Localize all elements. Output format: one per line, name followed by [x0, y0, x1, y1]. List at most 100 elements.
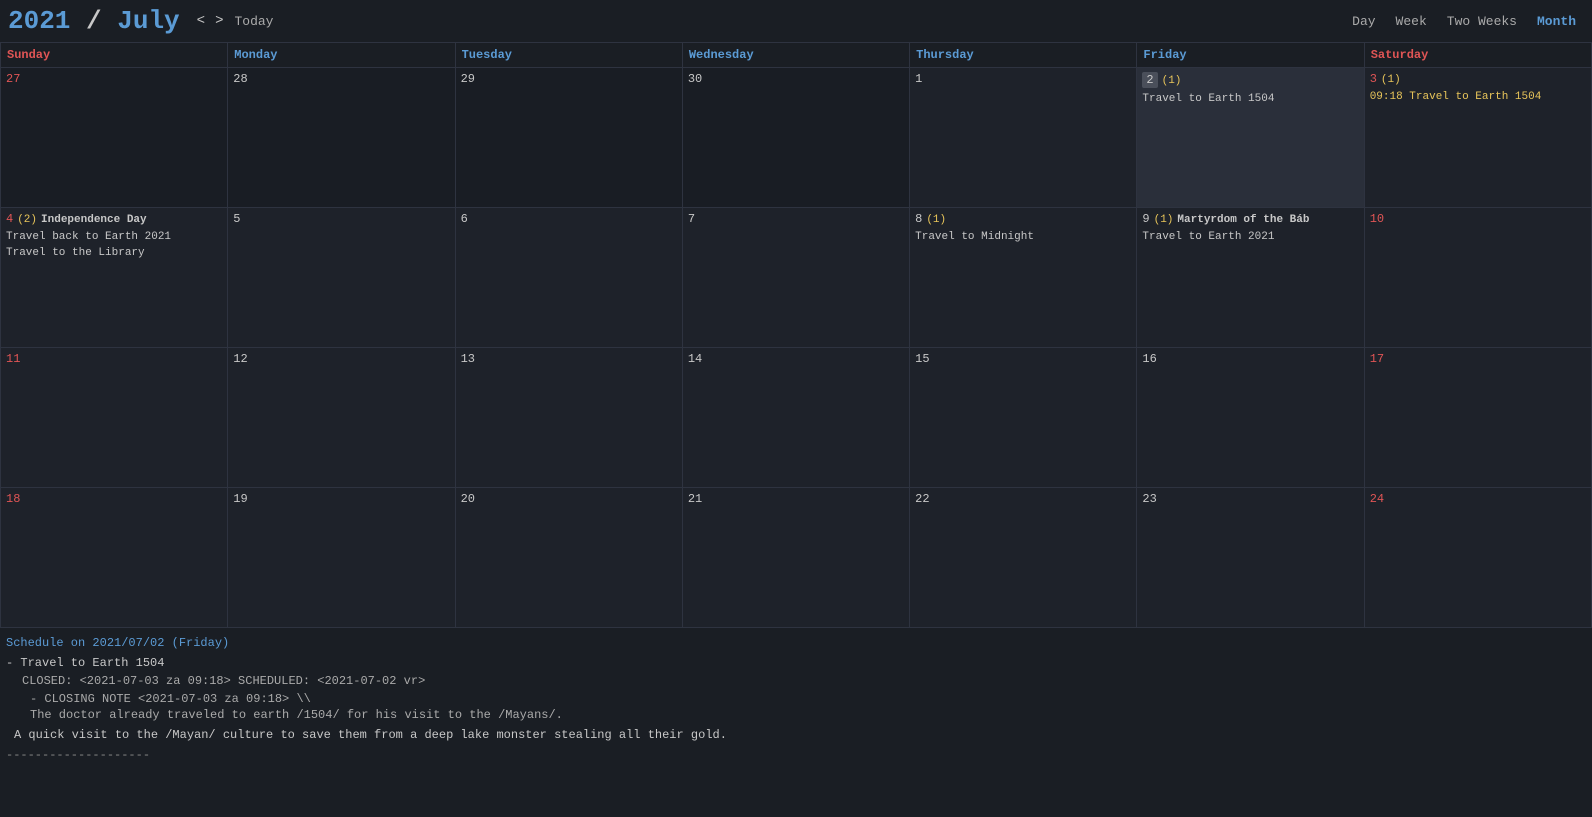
title-slash: / — [70, 6, 117, 36]
day-number: 17 — [1370, 352, 1586, 366]
calendar-title: 2021 / July — [8, 6, 180, 36]
event-item[interactable]: Travel to Earth 2021 — [1142, 230, 1358, 245]
day-header: 2 (1) — [1142, 72, 1358, 90]
day-jul-1[interactable]: 1 — [910, 68, 1137, 208]
view-day-button[interactable]: Day — [1344, 12, 1383, 31]
day-jul-14[interactable]: 14 — [682, 348, 909, 488]
event-count: (1) — [926, 214, 946, 226]
view-month-button[interactable]: Month — [1529, 12, 1584, 31]
day-jul-21[interactable]: 21 — [682, 488, 909, 628]
day-jul-18[interactable]: 18 — [1, 488, 228, 628]
day-header: 4 (2) Independence Day — [6, 212, 222, 228]
day-number: 27 — [6, 72, 222, 86]
calendar-week-2: 4 (2) Independence Day Travel back to Ea… — [1, 208, 1592, 348]
day-jul-13[interactable]: 13 — [455, 348, 682, 488]
calendar-header-row: Sunday Monday Tuesday Wednesday Thursday… — [1, 43, 1592, 68]
event-count: (1) — [1154, 214, 1174, 226]
calendar-body: 27 28 29 30 1 2 (1) Travel to Earth 1504 — [1, 68, 1592, 628]
day-header: 9 (1) Martyrdom of the Báb — [1142, 212, 1358, 228]
day-number: 11 — [6, 352, 222, 366]
today-button[interactable]: Today — [228, 12, 279, 31]
day-jul-7[interactable]: 7 — [682, 208, 909, 348]
day-jul-16[interactable]: 16 — [1137, 348, 1364, 488]
day-number: 30 — [688, 72, 904, 86]
day-jun-30[interactable]: 30 — [682, 68, 909, 208]
day-number: 22 — [915, 492, 1131, 506]
col-wednesday: Wednesday — [682, 43, 909, 68]
day-number: 6 — [461, 212, 677, 226]
day-number: 12 — [233, 352, 449, 366]
day-number: 29 — [461, 72, 677, 86]
event-count: (2) — [17, 214, 37, 226]
title-year: 2021 — [8, 6, 70, 36]
day-jul-23[interactable]: 23 — [1137, 488, 1364, 628]
next-button[interactable]: > — [210, 11, 228, 31]
day-jul-11[interactable]: 11 — [1, 348, 228, 488]
day-number: 23 — [1142, 492, 1358, 506]
day-header: 8 (1) — [915, 212, 1131, 228]
day-number: 18 — [6, 492, 222, 506]
day-number: 10 — [1370, 212, 1586, 226]
day-number: 15 — [915, 352, 1131, 366]
day-number: 24 — [1370, 492, 1586, 506]
day-jul-12[interactable]: 12 — [228, 348, 455, 488]
day-jul-20[interactable]: 20 — [455, 488, 682, 628]
day-jul-10[interactable]: 10 — [1364, 208, 1591, 348]
day-jul-24[interactable]: 24 — [1364, 488, 1591, 628]
event-item[interactable]: Travel to Midnight — [915, 230, 1131, 245]
col-tuesday: Tuesday — [455, 43, 682, 68]
day-jul-15[interactable]: 15 — [910, 348, 1137, 488]
prev-button[interactable]: < — [192, 11, 210, 31]
day-number: 21 — [688, 492, 904, 506]
day-jun-28[interactable]: 28 — [228, 68, 455, 208]
event-item-1[interactable]: Travel back to Earth 2021 — [6, 230, 222, 245]
col-monday: Monday — [228, 43, 455, 68]
day-jul-2[interactable]: 2 (1) Travel to Earth 1504 — [1137, 68, 1364, 208]
schedule-header-text: Schedule on 2021/07/02 (Friday) — [6, 636, 229, 650]
day-number: 16 — [1142, 352, 1358, 366]
col-sunday: Sunday — [1, 43, 228, 68]
schedule-divider: -------------------- — [6, 748, 1586, 762]
calendar-week-4: 18 19 20 21 22 23 24 — [1, 488, 1592, 628]
day-number: 28 — [233, 72, 449, 86]
day-jul-9[interactable]: 9 (1) Martyrdom of the Báb Travel to Ear… — [1137, 208, 1364, 348]
schedule-item-title: - Travel to Earth 1504 — [6, 656, 1586, 670]
view-week-button[interactable]: Week — [1388, 12, 1435, 31]
day-jul-19[interactable]: 19 — [228, 488, 455, 628]
day-number: 1 — [915, 72, 1131, 86]
col-saturday: Saturday — [1364, 43, 1591, 68]
calendar-week-1: 27 28 29 30 1 2 (1) Travel to Earth 1504 — [1, 68, 1592, 208]
day-jul-17[interactable]: 17 — [1364, 348, 1591, 488]
day-jun-29[interactable]: 29 — [455, 68, 682, 208]
day-number: 20 — [461, 492, 677, 506]
schedule-header: Schedule on 2021/07/02 (Friday) — [6, 636, 1586, 650]
day-jul-8[interactable]: 8 (1) Travel to Midnight — [910, 208, 1137, 348]
calendar-header: 2021 / July < > Today Day Week Two Weeks… — [0, 0, 1592, 42]
schedule-meta: CLOSED: <2021-07-03 za 09:18> SCHEDULED:… — [6, 674, 1586, 688]
day-jul-3[interactable]: 3 (1) 09:18 Travel to Earth 1504 — [1364, 68, 1591, 208]
event-count: (1) — [1162, 75, 1182, 87]
view-two-weeks-button[interactable]: Two Weeks — [1439, 12, 1525, 31]
day-jul-22[interactable]: 22 — [910, 488, 1137, 628]
event-item[interactable]: 09:18 Travel to Earth 1504 — [1370, 90, 1586, 105]
schedule-desc: A quick visit to the /Mayan/ culture to … — [6, 728, 1586, 742]
day-number: 7 — [688, 212, 904, 226]
day-jun-27[interactable]: 27 — [1, 68, 228, 208]
holiday-label: Independence Day — [41, 213, 147, 228]
schedule-note-label: - CLOSING NOTE <2021-07-03 za 09:18> \\ — [6, 692, 1586, 706]
event-item[interactable]: Travel to Earth 1504 — [1142, 92, 1358, 107]
day-number: 9 — [1142, 212, 1149, 226]
day-number: 3 — [1370, 72, 1377, 86]
schedule-note-detail: The doctor already traveled to earth /15… — [6, 708, 1586, 722]
day-jul-4[interactable]: 4 (2) Independence Day Travel back to Ea… — [1, 208, 228, 348]
schedule-section: Schedule on 2021/07/02 (Friday) - Travel… — [0, 628, 1592, 762]
event-item-2[interactable]: Travel to the Library — [6, 246, 222, 261]
day-header: 3 (1) — [1370, 72, 1586, 88]
day-number: 13 — [461, 352, 677, 366]
view-controls: Day Week Two Weeks Month — [1344, 12, 1584, 31]
col-friday: Friday — [1137, 43, 1364, 68]
day-jul-5[interactable]: 5 — [228, 208, 455, 348]
day-number: 4 — [6, 212, 13, 226]
day-jul-6[interactable]: 6 — [455, 208, 682, 348]
day-number: 8 — [915, 212, 922, 226]
